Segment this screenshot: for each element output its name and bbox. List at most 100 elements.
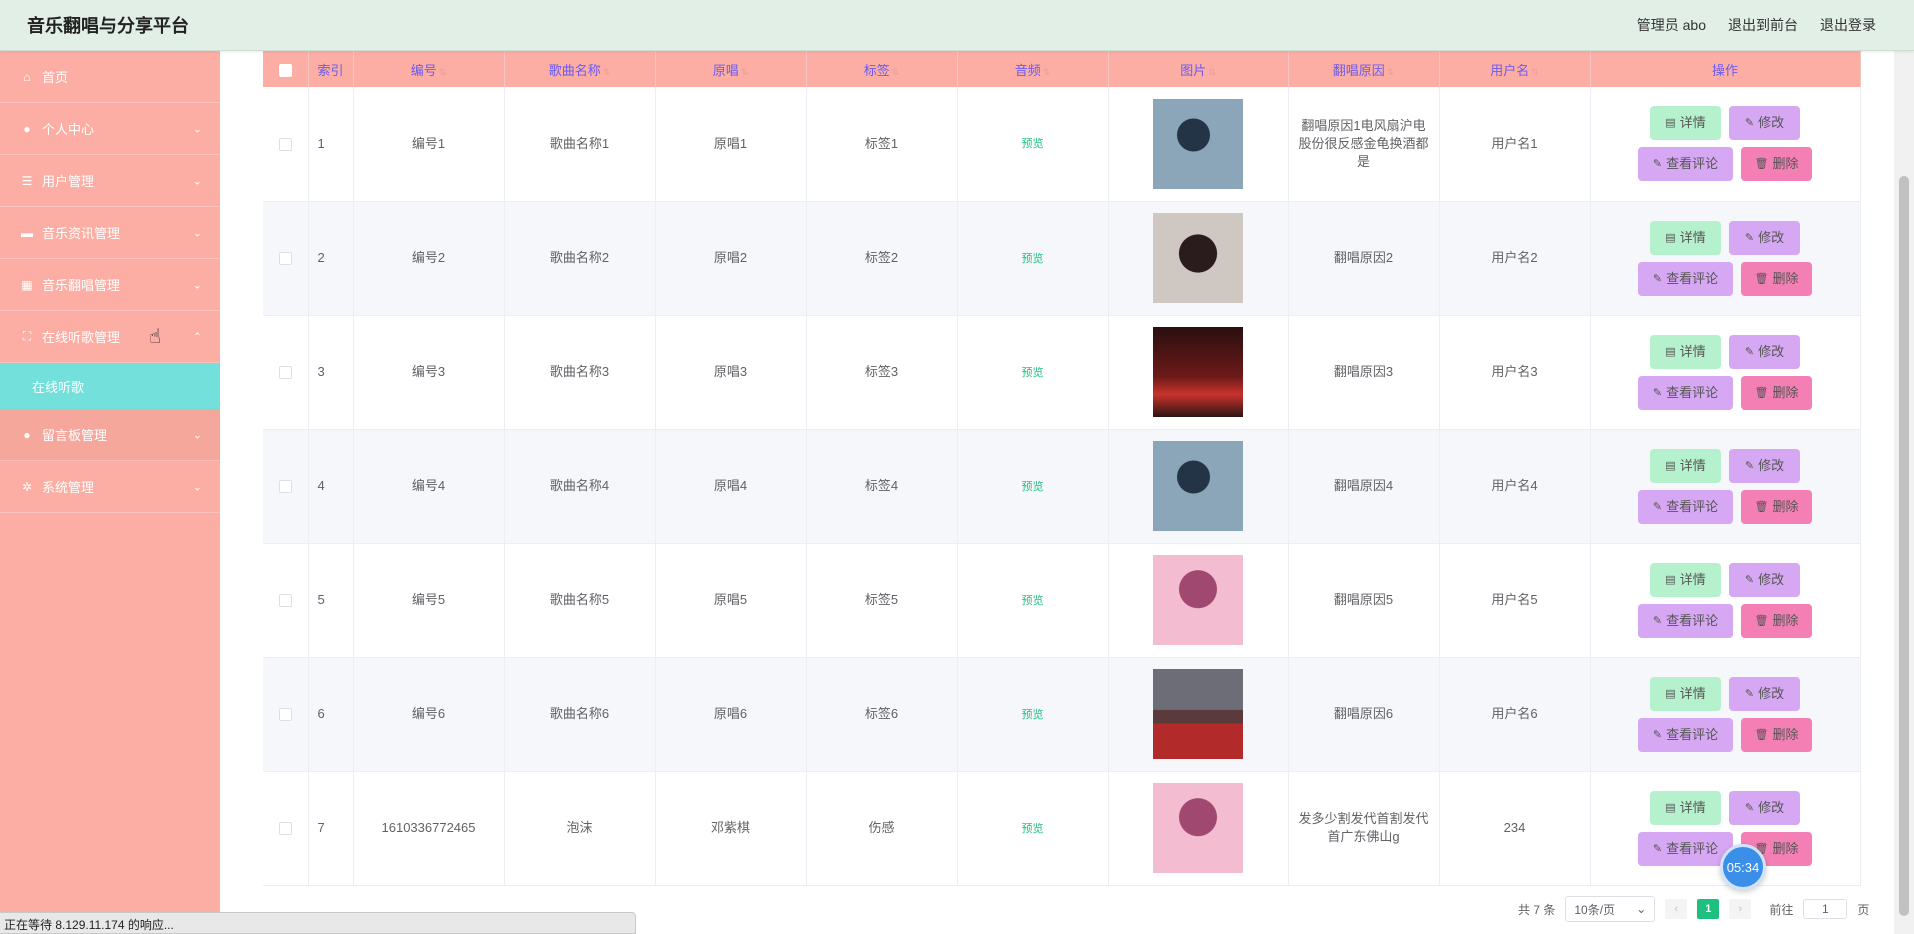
page-size-select[interactable]: 10条/页 ⌄ [1565,896,1656,922]
detail-button[interactable]: ▤ 详情 [1650,790,1721,825]
row-checkbox[interactable] [278,594,292,608]
delete-button[interactable]: 🗑 删除 [1741,147,1812,182]
scrollbar-thumb[interactable] [1899,176,1909,916]
submenu-online-listening[interactable]: 在线听歌 [0,363,220,409]
col-user[interactable]: 用户名 ⇅ [1439,51,1591,87]
row-select-cell[interactable] [263,543,309,658]
delete-button[interactable]: 🗑 删除 [1741,717,1812,752]
admin-label[interactable]: 管理员 abo [1637,15,1706,35]
sort-icon[interactable]: ⇅ [439,67,447,77]
col-reason-label: 翻唱原因 [1332,62,1385,78]
col-audio[interactable]: 音频 ⇅ [957,51,1109,87]
view-comments-button[interactable]: ✎ 查看评论 [1638,603,1733,638]
edit-button[interactable]: ✎ 修改 [1729,676,1800,711]
audio-preview-link[interactable]: 预览 [1022,823,1044,835]
edit-button[interactable]: ✎ 修改 [1729,562,1800,597]
next-page-button[interactable]: › [1729,899,1752,919]
row-select-cell[interactable] [263,87,309,202]
sidebar-item[interactable]: ● 留言板管理 ⌄ [0,409,220,461]
detail-button[interactable]: ▤ 详情 [1650,220,1721,255]
audio-preview-link[interactable]: 预览 [1022,709,1044,721]
sidebar-item[interactable]: ⛶ 在线听歌管理 ⌃ [0,311,220,363]
detail-button[interactable]: ▤ 详情 [1650,676,1721,711]
detail-label: 详情 [1679,229,1706,245]
col-original[interactable]: 原唱 ⇅ [655,51,807,87]
edit-button[interactable]: ✎ 修改 [1729,448,1800,483]
sort-icon[interactable]: ⇅ [1208,67,1216,77]
row-checkbox[interactable] [278,137,292,151]
detail-button[interactable]: ▤ 详情 [1650,334,1721,369]
view-comments-button[interactable]: ✎ 查看评论 [1638,147,1733,182]
row-select-cell[interactable] [263,657,309,772]
view-comments-button[interactable]: ✎ 查看评论 [1638,717,1733,752]
audio-preview-link[interactable]: 预览 [1022,253,1044,265]
top-header: 音乐翻唱与分享平台 管理员 abo 退出到前台 退出登录 [0,0,1914,51]
detail-button[interactable]: ▤ 详情 [1650,448,1721,483]
vertical-scrollbar[interactable] [1894,51,1914,934]
cover-image[interactable] [1153,327,1243,417]
cover-image[interactable] [1153,441,1243,531]
sidebar-item[interactable]: ☰ 用户管理 ⌄ [0,155,220,207]
delete-button[interactable]: 🗑 删除 [1741,489,1812,524]
back-to-front-link[interactable]: 退出到前台 [1728,15,1798,35]
edit-button[interactable]: ✎ 修改 [1729,106,1800,141]
detail-button[interactable]: ▤ 详情 [1650,106,1721,141]
audio-preview-link[interactable]: 预览 [1022,138,1044,150]
edit-button[interactable]: ✎ 修改 [1729,334,1800,369]
sort-icon[interactable]: ⇅ [603,67,611,77]
audio-preview-link[interactable]: 预览 [1022,595,1044,607]
sort-icon[interactable]: ⇅ [741,67,749,77]
sidebar-item[interactable]: ✲ 系统管理 ⌄ [0,461,220,513]
edit-button[interactable]: ✎ 修改 [1729,220,1800,255]
edit-label: 修改 [1758,571,1785,587]
trash-icon: 🗑 [1754,500,1769,513]
sort-icon[interactable]: ⇅ [892,67,900,77]
page-1-button[interactable]: 1 [1697,899,1720,919]
row-select-cell[interactable] [263,771,309,886]
row-checkbox[interactable] [278,366,292,380]
view-comments-button[interactable]: ✎ 查看评论 [1638,489,1733,524]
row-checkbox[interactable] [278,708,292,722]
delete-button[interactable]: 🗑 删除 [1741,261,1812,296]
row-checkbox[interactable] [278,252,292,266]
cover-image[interactable] [1153,98,1243,189]
row-checkbox[interactable] [278,480,292,494]
edit-label: 修改 [1758,685,1785,701]
sidebar-item[interactable]: ▦ 音乐翻唱管理 ⌄ [0,259,220,311]
row-select-cell[interactable] [263,429,309,544]
row-checkbox[interactable] [278,822,292,836]
col-song[interactable]: 歌曲名称 ⇅ [504,51,656,87]
audio-preview-link[interactable]: 预览 [1022,367,1044,379]
select-all-checkbox[interactable] [278,63,292,77]
sidebar-item[interactable]: ▬ 音乐资讯管理 ⌄ [0,207,220,259]
row-select-cell[interactable] [263,201,309,316]
view-comments-button[interactable]: ✎ 查看评论 [1638,375,1733,410]
prev-page-button[interactable]: ‹ [1665,899,1688,919]
cover-image[interactable] [1153,213,1243,303]
delete-button[interactable]: 🗑 删除 [1741,375,1812,410]
cover-image[interactable] [1153,783,1243,873]
row-select-cell[interactable] [263,315,309,430]
col-code-label: 编号 [410,62,437,78]
col-tag[interactable]: 标签 ⇅ [806,51,958,87]
view-comments-button[interactable]: ✎ 查看评论 [1638,831,1733,866]
sidebar-item[interactable]: ● 个人中心 ⌄ [0,103,220,155]
detail-button[interactable]: ▤ 详情 [1650,562,1721,597]
cover-image[interactable] [1153,669,1243,759]
col-image[interactable]: 图片 ⇅ [1108,51,1289,87]
user-icon: ● [23,121,31,136]
sort-icon[interactable]: ⇅ [1043,67,1051,77]
sort-icon[interactable]: ⇅ [1387,67,1395,77]
edit-button[interactable]: ✎ 修改 [1729,790,1800,825]
sidebar-item[interactable]: ⌂ 首页 [0,51,220,103]
col-reason[interactable]: 翻唱原因 ⇅ [1288,51,1440,87]
audio-preview-link[interactable]: 预览 [1022,481,1044,493]
select-all-header[interactable] [263,51,309,87]
delete-button[interactable]: 🗑 删除 [1741,603,1812,638]
goto-page-input[interactable]: 1 [1803,899,1848,919]
cover-image[interactable] [1153,555,1243,645]
view-comments-button[interactable]: ✎ 查看评论 [1638,261,1733,296]
logout-link[interactable]: 退出登录 [1820,15,1876,35]
col-code[interactable]: 编号 ⇅ [353,51,505,87]
sort-icon[interactable]: ⇅ [1531,67,1539,77]
